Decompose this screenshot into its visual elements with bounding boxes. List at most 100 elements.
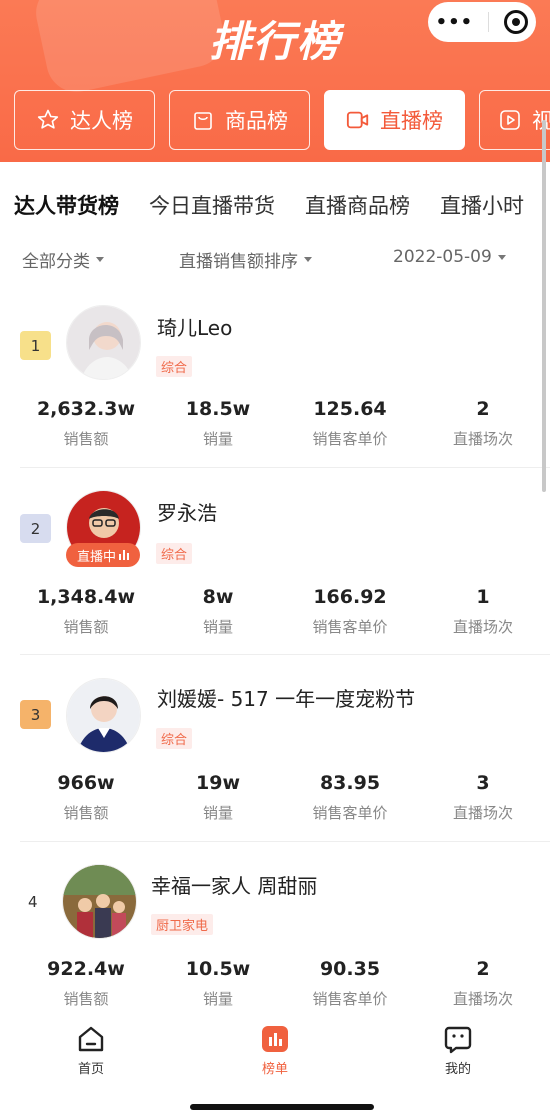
live-status-badge: 直播中 xyxy=(66,543,140,567)
avg-price-value: 90.35 xyxy=(319,958,381,980)
stat-sessions: 2 直播场次 xyxy=(413,398,550,449)
sales-label: 销售额 xyxy=(63,804,109,822)
sessions-value: 2 xyxy=(476,398,490,420)
stat-avg-price: 90.35 销售客单价 xyxy=(280,958,420,1009)
category-filter-label: 全部分类 xyxy=(22,252,90,272)
rank-badge: 1 xyxy=(20,331,51,360)
tab-label: 达人榜 xyxy=(70,109,133,133)
nav-ranking[interactable]: 榜单 xyxy=(235,1024,315,1077)
date-filter-label: 2022-05-09 xyxy=(393,247,492,267)
avg-price-label: 销售客单价 xyxy=(312,804,388,822)
avg-price-value: 166.92 xyxy=(313,586,387,608)
more-icon[interactable]: ••• xyxy=(436,12,474,33)
volume-label: 销量 xyxy=(202,804,233,822)
filter-bar: 全部分类 直播销售额排序 2022-05-09 xyxy=(22,247,532,272)
subtab-live-hourly[interactable]: 直播小时 xyxy=(440,190,524,220)
home-indicator xyxy=(190,1104,374,1110)
volume-value: 10.5w xyxy=(185,958,251,980)
caret-down-icon xyxy=(497,254,506,260)
subtab-today-live[interactable]: 今日直播带货 xyxy=(149,190,275,220)
tab-product-rank[interactable]: 商品榜 xyxy=(169,90,310,150)
sort-filter-label: 直播销售额排序 xyxy=(179,252,298,272)
divider xyxy=(20,654,550,655)
star-icon xyxy=(36,108,60,132)
category-tag: 厨卫家电 xyxy=(151,914,214,935)
avatar xyxy=(66,678,141,753)
stat-volume: 18.5w 销量 xyxy=(148,398,288,449)
live-wave-icon xyxy=(119,550,129,560)
rank-type-tabs: 达人榜 商品榜 直播榜 视 xyxy=(14,90,550,150)
category-tag: 综合 xyxy=(156,356,193,377)
subtab-talent-sales[interactable]: 达人带货榜 xyxy=(14,190,119,220)
nav-ranking-label: 榜单 xyxy=(261,1062,288,1077)
tab-label: 视 xyxy=(532,109,550,133)
rank-number: 4 xyxy=(28,893,38,911)
caret-down-icon xyxy=(304,257,312,262)
sales-label: 销售额 xyxy=(63,430,109,448)
nav-home[interactable]: 首页 xyxy=(51,1024,131,1077)
volume-label: 销量 xyxy=(202,430,233,448)
header: 排行榜 ••• 达人榜 商品榜 直播榜 视 xyxy=(0,0,550,162)
stat-sessions: 1 直播场次 xyxy=(413,586,550,637)
stat-sessions: 3 直播场次 xyxy=(413,772,550,823)
sort-filter[interactable]: 直播销售额排序 xyxy=(179,247,312,272)
date-filter[interactable]: 2022-05-09 xyxy=(393,247,506,267)
volume-label: 销量 xyxy=(202,990,233,1008)
home-icon xyxy=(51,1024,131,1054)
scrollbar[interactable] xyxy=(542,120,546,492)
stat-avg-price: 83.95 销售客单价 xyxy=(280,772,420,823)
volume-value: 8w xyxy=(202,586,234,608)
streamer-name[interactable]: 罗永浩 xyxy=(157,497,217,526)
avg-price-value: 125.64 xyxy=(313,398,387,420)
rank-badge: 2 xyxy=(20,514,51,543)
avatar xyxy=(62,864,137,939)
tab-live-rank[interactable]: 直播榜 xyxy=(324,90,465,150)
sales-label: 销售额 xyxy=(63,618,109,636)
stat-sales: 1,348.4w 销售额 xyxy=(16,586,156,637)
capsule-divider xyxy=(488,12,490,32)
stat-volume: 10.5w 销量 xyxy=(148,958,288,1009)
category-filter[interactable]: 全部分类 xyxy=(22,247,104,272)
nav-profile[interactable]: 我的 xyxy=(418,1024,498,1077)
streamer-name[interactable]: 幸福一家人 周甜丽 xyxy=(151,870,317,899)
stat-sales: 2,632.3w 销售额 xyxy=(16,398,156,449)
avg-price-label: 销售客单价 xyxy=(312,618,388,636)
video-camera-icon xyxy=(346,108,370,132)
divider xyxy=(20,841,550,842)
nav-profile-label: 我的 xyxy=(444,1062,471,1077)
profile-icon xyxy=(418,1024,498,1054)
live-status-label: 直播中 xyxy=(76,549,116,565)
avg-price-label: 销售客单价 xyxy=(312,430,388,448)
tab-label: 商品榜 xyxy=(225,109,288,133)
volume-value: 19w xyxy=(196,772,240,794)
tab-label: 直播榜 xyxy=(380,109,443,133)
streamer-name[interactable]: 琦儿Leo xyxy=(157,312,232,341)
mini-program-capsule[interactable]: ••• xyxy=(428,2,536,42)
nav-home-label: 首页 xyxy=(77,1062,104,1077)
bottom-nav: 首页 榜单 我的 xyxy=(0,1018,550,1110)
sales-label: 销售额 xyxy=(63,990,109,1008)
tab-talent-rank[interactable]: 达人榜 xyxy=(14,90,155,150)
sessions-label: 直播场次 xyxy=(452,618,513,636)
volume-label: 销量 xyxy=(202,618,233,636)
category-tag: 综合 xyxy=(156,543,193,564)
subtab-live-products[interactable]: 直播商品榜 xyxy=(305,190,410,220)
sessions-label: 直播场次 xyxy=(452,804,513,822)
stat-sessions: 2 直播场次 xyxy=(413,958,550,1009)
sessions-label: 直播场次 xyxy=(452,990,513,1008)
avg-price-value: 83.95 xyxy=(319,772,381,794)
sessions-value: 3 xyxy=(476,772,490,794)
stat-volume: 19w 销量 xyxy=(148,772,288,823)
stat-avg-price: 125.64 销售客单价 xyxy=(280,398,420,449)
streamer-name[interactable]: 刘媛媛- 517 一年一度宠粉节 xyxy=(157,683,415,712)
close-program-icon[interactable] xyxy=(504,10,529,34)
category-tag: 综合 xyxy=(156,728,193,749)
chart-icon xyxy=(235,1024,315,1054)
stat-volume: 8w 销量 xyxy=(148,586,288,637)
stat-sales: 922.4w 销售额 xyxy=(16,958,156,1009)
rank-badge: 3 xyxy=(20,700,51,729)
tab-video-rank[interactable]: 视 xyxy=(479,90,550,150)
caret-down-icon xyxy=(96,257,104,262)
sales-value: 2,632.3w xyxy=(36,398,136,420)
stat-avg-price: 166.92 销售客单价 xyxy=(280,586,420,637)
